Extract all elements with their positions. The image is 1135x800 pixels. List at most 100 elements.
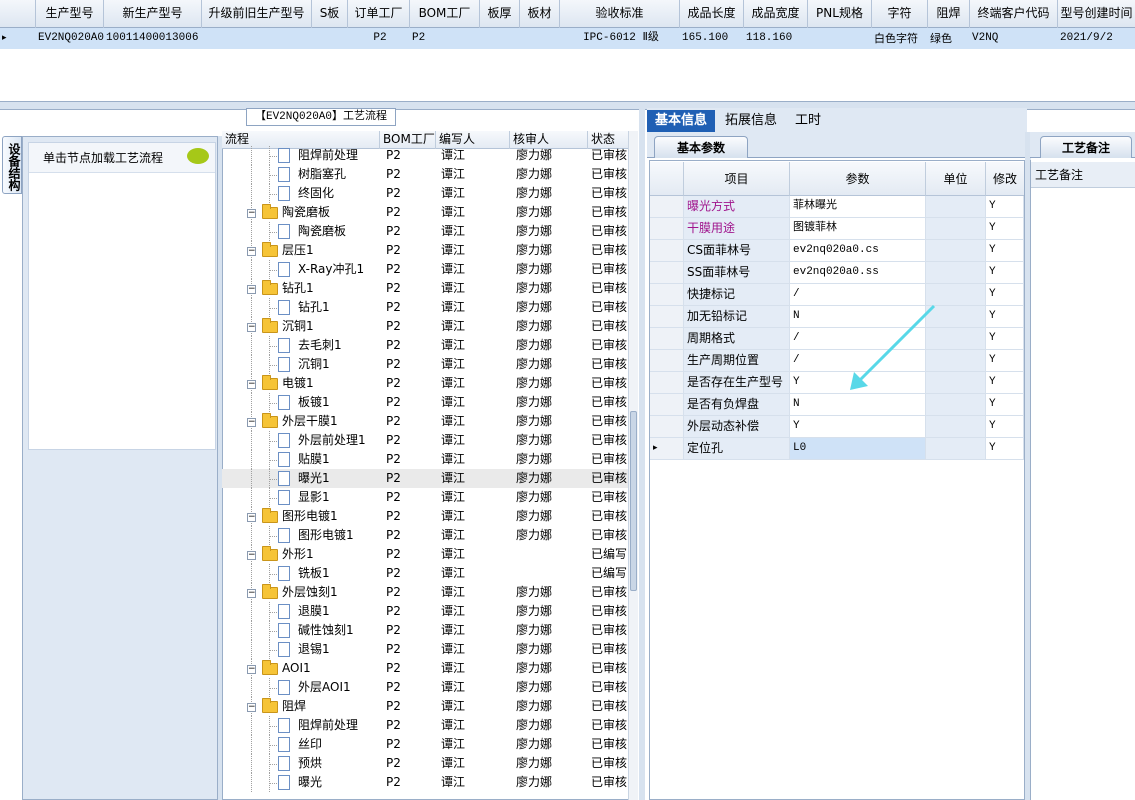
collapse-toggle-icon[interactable]: − — [247, 380, 256, 389]
product-grid-row[interactable]: ▸ EV2NQ020A0 10011400013006 P2 P2 IPC-60… — [0, 28, 1135, 49]
col-new-production-model[interactable]: 新生产型号 — [104, 0, 202, 28]
col-param[interactable]: 参数 — [790, 162, 926, 196]
tree-row[interactable]: 显影1 P2 谭江 廖力娜 已审核 — [222, 488, 628, 507]
param-row[interactable]: 干膜用途 图镀菲林 Y — [650, 218, 1024, 240]
param-row[interactable]: 外层动态补偿 Y Y — [650, 416, 1024, 438]
collapse-toggle-icon[interactable]: − — [247, 589, 256, 598]
collapse-toggle-icon[interactable]: − — [247, 209, 256, 218]
cell-pnl-spec[interactable] — [808, 28, 872, 49]
cell-s-board[interactable] — [312, 28, 348, 49]
param-row[interactable]: CS面菲林号 ev2nq020a0.cs Y — [650, 240, 1024, 262]
collapse-toggle-icon[interactable]: − — [247, 285, 256, 294]
tree-row[interactable]: 预烘 P2 谭江 廖力娜 已审核 — [222, 754, 628, 773]
cell-order-factory[interactable]: P2 — [348, 28, 410, 49]
param-value[interactable]: Y — [790, 416, 926, 437]
tree-row[interactable]: 退锡1 P2 谭江 廖力娜 已审核 — [222, 640, 628, 659]
tree-row[interactable]: 陶瓷磨板 P2 谭江 廖力娜 已审核 — [222, 222, 628, 241]
tree-row[interactable]: 碱性蚀刻1 P2 谭江 廖力娜 已审核 — [222, 621, 628, 640]
param-row[interactable]: SS面菲林号 ev2nq020a0.ss Y — [650, 262, 1024, 284]
tab-extended-info[interactable]: 拓展信息 — [717, 110, 785, 132]
col-modify[interactable]: 修改 — [986, 162, 1024, 196]
tree-row[interactable]: 阻焊前处理 P2 谭江 廖力娜 已审核 — [222, 146, 628, 165]
device-structure-tab[interactable]: 设备结构 — [2, 136, 22, 194]
param-value[interactable]: ev2nq020a0.ss — [790, 262, 926, 283]
tree-row[interactable]: 钻孔1 P2 谭江 廖力娜 已审核 — [222, 298, 628, 317]
col-old-model[interactable]: 升级前旧生产型号 — [202, 0, 312, 28]
tree-row[interactable]: 外层AOI1 P2 谭江 廖力娜 已审核 — [222, 678, 628, 697]
tree-row[interactable]: 沉铜1 P2 谭江 廖力娜 已审核 — [222, 355, 628, 374]
tree-row[interactable]: X-Ray冲孔1 P2 谭江 廖力娜 已审核 — [222, 260, 628, 279]
param-row[interactable]: 是否有负焊盘 N Y — [650, 394, 1024, 416]
cell-acceptance-standard[interactable]: IPC-6012 Ⅱ级 — [560, 28, 680, 49]
param-row[interactable]: 是否存在生产型号 Y Y — [650, 372, 1024, 394]
tree-row[interactable]: 外层前处理1 P2 谭江 廖力娜 已审核 — [222, 431, 628, 450]
tree-row[interactable]: 板镀1 P2 谭江 廖力娜 已审核 — [222, 393, 628, 412]
param-row[interactable]: 生产周期位置 / Y — [650, 350, 1024, 372]
col-pnl-spec[interactable]: PNL规格 — [808, 0, 872, 28]
col-length[interactable]: 成品长度 — [680, 0, 744, 28]
param-value[interactable]: L0 — [790, 438, 926, 459]
tab-basic-params[interactable]: 基本参数 — [654, 136, 748, 158]
tree-row[interactable]: 曝光1 P2 谭江 廖力娜 已审核 — [222, 469, 628, 488]
col-bom-factory[interactable]: BOM工厂 — [410, 0, 480, 28]
tree-row[interactable]: − 外层蚀刻1 P2 谭江 廖力娜 已审核 — [222, 583, 628, 602]
collapse-toggle-icon[interactable]: − — [247, 703, 256, 712]
cell-length[interactable]: 165.100 — [680, 28, 744, 49]
col-width[interactable]: 成品宽度 — [744, 0, 808, 28]
tree-row[interactable]: − 陶瓷磨板 P2 谭江 廖力娜 已审核 — [222, 203, 628, 222]
param-value[interactable]: ev2nq020a0.cs — [790, 240, 926, 261]
param-row[interactable]: 加无铅标记 N Y — [650, 306, 1024, 328]
col-characters[interactable]: 字符 — [872, 0, 928, 28]
col-s-board[interactable]: S板 — [312, 0, 348, 28]
tree-row[interactable]: 去毛刺1 P2 谭江 廖力娜 已审核 — [222, 336, 628, 355]
middle-splitter[interactable] — [639, 108, 645, 800]
col-unit[interactable]: 单位 — [926, 162, 986, 196]
cell-created-time[interactable]: 2021/9/2 — [1058, 28, 1135, 49]
param-row[interactable]: 周期格式 / Y — [650, 328, 1024, 350]
tree-row[interactable]: − 图形电镀1 P2 谭江 廖力娜 已审核 — [222, 507, 628, 526]
tab-basic-info[interactable]: 基本信息 — [647, 110, 716, 132]
tree-row[interactable]: 铣板1 P2 谭江 已编写 — [222, 564, 628, 583]
param-value[interactable]: 菲林曝光 — [790, 196, 926, 217]
tree-row[interactable]: − 外形1 P2 谭江 已编写 — [222, 545, 628, 564]
cell-width[interactable]: 118.160 — [744, 28, 808, 49]
col-thickness[interactable]: 板厚 — [480, 0, 520, 28]
tree-row[interactable]: 图形电镀1 P2 谭江 廖力娜 已审核 — [222, 526, 628, 545]
collapse-toggle-icon[interactable]: − — [247, 418, 256, 427]
param-value[interactable]: 图镀菲林 — [790, 218, 926, 239]
collapse-toggle-icon[interactable]: − — [247, 323, 256, 332]
cell-thickness[interactable] — [480, 28, 520, 49]
scrollbar-thumb[interactable] — [630, 411, 637, 591]
process-tree-scrollbar[interactable] — [628, 131, 638, 800]
col-created-time[interactable]: 型号创建时间 — [1058, 0, 1135, 28]
col-acceptance-standard[interactable]: 验收标准 — [560, 0, 680, 28]
tree-row[interactable]: 退膜1 P2 谭江 廖力娜 已审核 — [222, 602, 628, 621]
cell-bom-factory[interactable]: P2 — [410, 28, 480, 49]
col-order-factory[interactable]: 订单工厂 — [348, 0, 410, 28]
collapse-toggle-icon[interactable]: − — [247, 513, 256, 522]
tree-row[interactable]: − 阻焊 P2 谭江 廖力娜 已审核 — [222, 697, 628, 716]
cell-new-production-model[interactable]: 10011400013006 — [104, 28, 202, 49]
cell-solder-mask[interactable]: 绿色 — [928, 28, 970, 49]
param-row[interactable]: 曝光方式 菲林曝光 Y — [650, 196, 1024, 218]
tree-row[interactable]: − 沉铜1 P2 谭江 廖力娜 已审核 — [222, 317, 628, 336]
tree-row[interactable]: − 电镀1 P2 谭江 廖力娜 已审核 — [222, 374, 628, 393]
cell-characters[interactable]: 白色字符 — [872, 28, 928, 49]
cell-old-model[interactable] — [202, 28, 312, 49]
col-item[interactable]: 项目 — [684, 162, 790, 196]
tree-row[interactable]: 阻焊前处理 P2 谭江 廖力娜 已审核 — [222, 716, 628, 735]
col-production-model[interactable]: 生产型号 — [36, 0, 104, 28]
col-material[interactable]: 板材 — [520, 0, 560, 28]
cell-material[interactable] — [520, 28, 560, 49]
tree-row[interactable]: 树脂塞孔 P2 谭江 廖力娜 已审核 — [222, 165, 628, 184]
col-customer-code[interactable]: 终端客户代码 — [970, 0, 1058, 28]
collapse-toggle-icon[interactable]: − — [247, 551, 256, 560]
param-row[interactable]: ▸ 定位孔 L0 Y — [650, 438, 1024, 460]
cell-customer-code[interactable]: V2NQ — [970, 28, 1058, 49]
tree-row[interactable]: − AOI1 P2 谭江 廖力娜 已审核 — [222, 659, 628, 678]
tree-row[interactable]: 曝光 P2 谭江 廖力娜 已审核 — [222, 773, 628, 792]
tree-row[interactable]: 终固化 P2 谭江 廖力娜 已审核 — [222, 184, 628, 203]
tree-row[interactable]: − 层压1 P2 谭江 廖力娜 已审核 — [222, 241, 628, 260]
tree-row[interactable]: − 外层干膜1 P2 谭江 廖力娜 已审核 — [222, 412, 628, 431]
tab-work-hours[interactable]: 工时 — [787, 110, 829, 132]
